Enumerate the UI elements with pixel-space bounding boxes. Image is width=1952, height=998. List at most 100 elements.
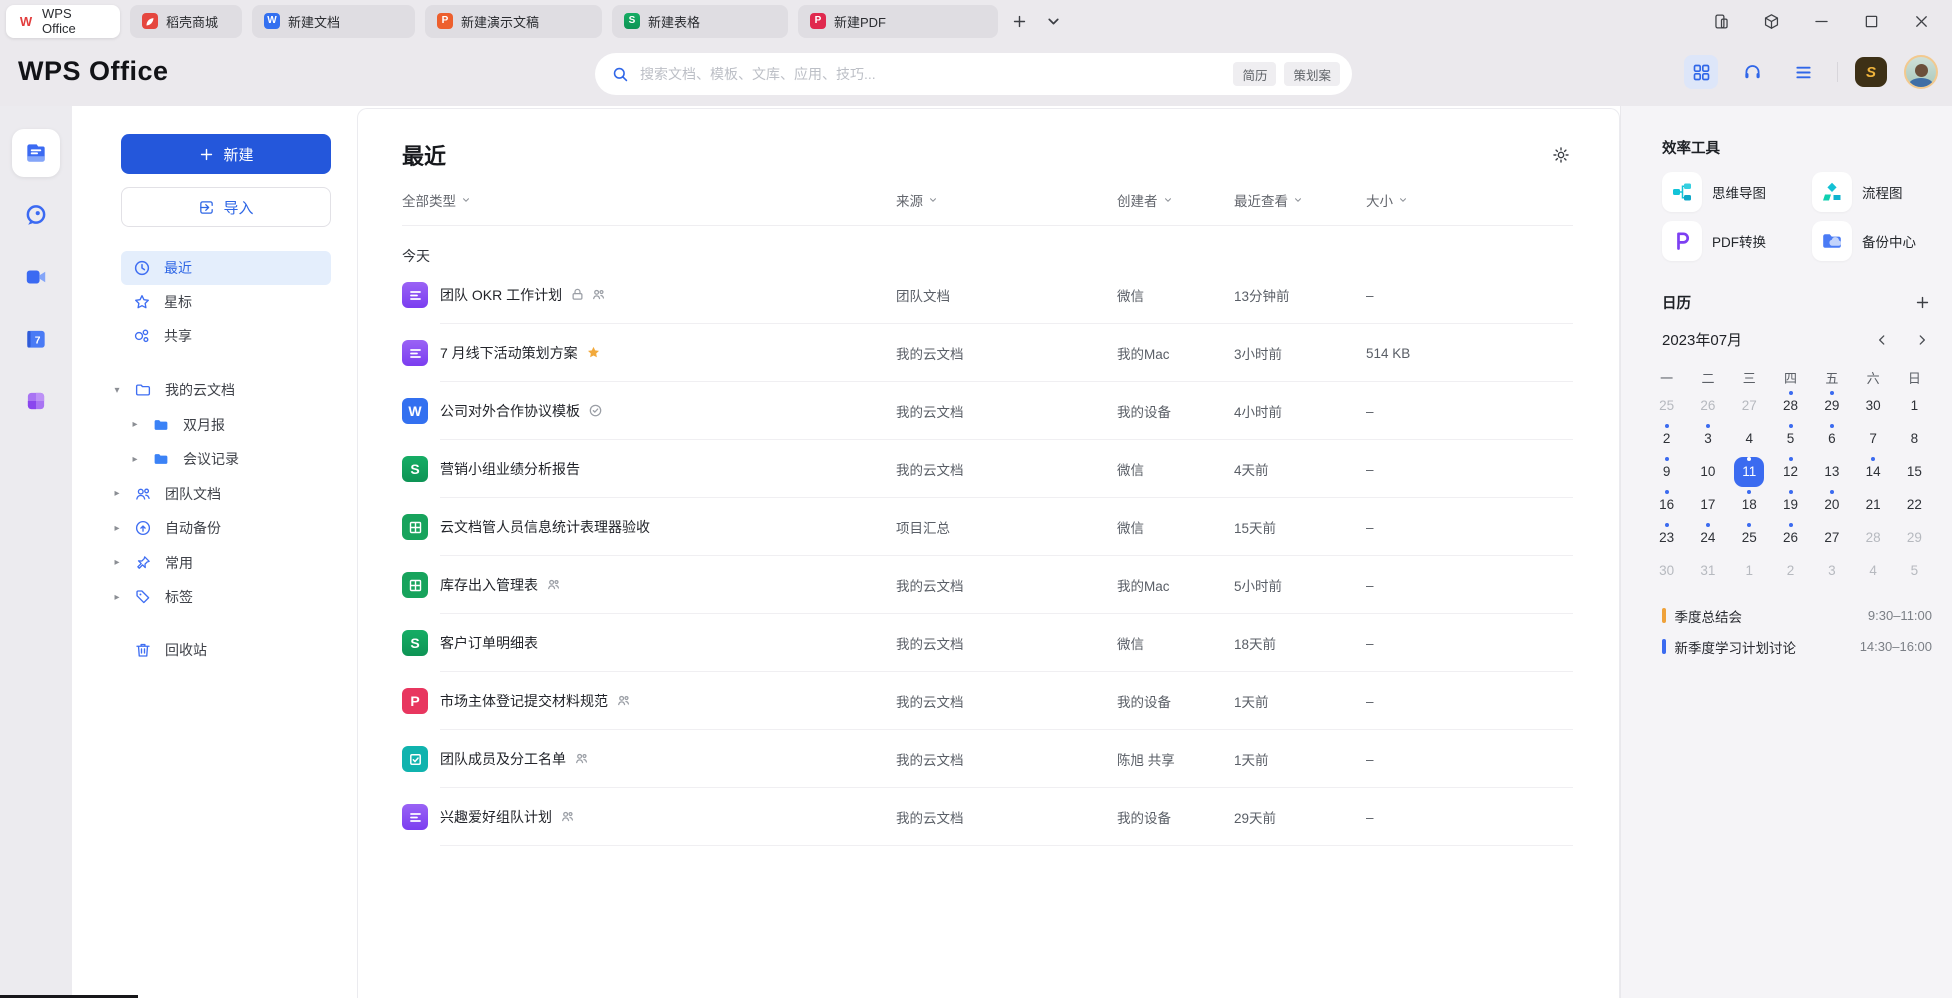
- sidebar-tree-item[interactable]: 自动备份: [72, 511, 357, 546]
- file-row[interactable]: 云文档管人员信息统计表理器验收 项目汇总 微信 15天前 –: [402, 498, 1573, 556]
- search-suggestion-chip[interactable]: 简历: [1233, 62, 1276, 86]
- menu-icon[interactable]: [1786, 55, 1820, 89]
- calendar-day[interactable]: 22: [1894, 488, 1935, 521]
- document-tab[interactable]: 稻壳商城: [130, 5, 242, 38]
- calendar-day[interactable]: 30: [1646, 554, 1687, 587]
- add-event-button[interactable]: [1912, 293, 1932, 313]
- calendar-day[interactable]: 10: [1687, 455, 1728, 488]
- user-avatar[interactable]: [1904, 55, 1938, 89]
- calendar-day[interactable]: 27: [1811, 521, 1852, 554]
- calendar-day[interactable]: 25: [1646, 389, 1687, 422]
- calendar-day[interactable]: 5: [1894, 554, 1935, 587]
- membership-badge[interactable]: S: [1855, 57, 1887, 87]
- calendar-day[interactable]: 26: [1687, 389, 1728, 422]
- tool-shortcut[interactable]: PDF转换: [1662, 221, 1812, 261]
- calendar-day[interactable]: 15: [1894, 455, 1935, 488]
- calendar-day[interactable]: 11: [1729, 455, 1770, 488]
- filter-dropdown[interactable]: 创建者: [1117, 190, 1173, 210]
- expand-arrow-icon[interactable]: [128, 454, 142, 465]
- expand-arrow-icon[interactable]: [110, 488, 124, 499]
- calendar-day[interactable]: 2: [1770, 554, 1811, 587]
- calendar-day[interactable]: 1: [1729, 554, 1770, 587]
- sidebar-item-trash[interactable]: 回收站: [121, 633, 331, 667]
- expand-arrow-icon[interactable]: [110, 523, 124, 534]
- tool-shortcut[interactable]: 流程图: [1812, 172, 1932, 212]
- sidebar-tree-item[interactable]: 会议记录: [72, 442, 357, 477]
- device-sync-icon[interactable]: [1710, 10, 1732, 32]
- filter-dropdown[interactable]: 大小: [1366, 190, 1408, 210]
- sidebar-item[interactable]: 星标: [121, 285, 331, 319]
- file-row[interactable]: P 市场主体登记提交材料规范 我的云文档 我的设备 1天前 –: [402, 672, 1573, 730]
- calendar-event[interactable]: 新季度学习计划讨论 14:30–16:00: [1662, 631, 1932, 662]
- maximize-icon[interactable]: [1860, 10, 1882, 32]
- file-row[interactable]: 7 月线下活动策划方案 我的云文档 我的Mac 3小时前 514 KB: [402, 324, 1573, 382]
- calendar-day[interactable]: 29: [1894, 521, 1935, 554]
- calendar-prev-button[interactable]: [1872, 330, 1892, 350]
- tab-list-dropdown-button[interactable]: [1040, 8, 1066, 34]
- calendar-day[interactable]: 29: [1811, 389, 1852, 422]
- calendar-day[interactable]: 8: [1894, 422, 1935, 455]
- calendar-day[interactable]: 14: [1852, 455, 1893, 488]
- document-tab[interactable]: W 新建文档: [252, 5, 415, 38]
- calendar-day[interactable]: 30: [1852, 389, 1893, 422]
- file-row[interactable]: 兴趣爱好组队计划 我的云文档 我的设备 29天前 –: [402, 788, 1573, 846]
- support-icon[interactable]: [1735, 55, 1769, 89]
- expand-arrow-icon[interactable]: [110, 592, 124, 603]
- calendar-day[interactable]: 18: [1729, 488, 1770, 521]
- expand-arrow-icon[interactable]: [110, 385, 124, 396]
- file-row[interactable]: S 客户订单明细表 我的云文档 微信 18天前 –: [402, 614, 1573, 672]
- filter-dropdown[interactable]: 最近查看: [1234, 190, 1303, 210]
- calendar-day[interactable]: 20: [1811, 488, 1852, 521]
- calendar-day[interactable]: 21: [1852, 488, 1893, 521]
- calendar-day[interactable]: 16: [1646, 488, 1687, 521]
- tool-shortcut[interactable]: 思维导图: [1662, 172, 1812, 212]
- calendar-day[interactable]: 26: [1770, 521, 1811, 554]
- rail-app-button[interactable]: [12, 253, 60, 301]
- close-icon[interactable]: [1910, 10, 1932, 32]
- sidebar-item[interactable]: 最近: [121, 251, 331, 285]
- rail-app-button[interactable]: 7: [12, 315, 60, 363]
- calendar-day[interactable]: 4: [1729, 422, 1770, 455]
- calendar-day[interactable]: 19: [1770, 488, 1811, 521]
- calendar-next-button[interactable]: [1912, 330, 1932, 350]
- document-tab[interactable]: P 新建PDF: [798, 5, 998, 38]
- document-tab[interactable]: P 新建演示文稿: [425, 5, 602, 38]
- document-tab[interactable]: W WPS Office: [6, 5, 120, 38]
- calendar-day[interactable]: 2: [1646, 422, 1687, 455]
- rail-app-button[interactable]: [12, 377, 60, 425]
- search-bar[interactable]: 搜索文档、模板、文库、应用、技巧... 简历策划案: [595, 53, 1352, 95]
- file-row[interactable]: 团队成员及分工名单 我的云文档 陈旭 共享 1天前 –: [402, 730, 1573, 788]
- calendar-day[interactable]: 9: [1646, 455, 1687, 488]
- calendar-day[interactable]: 23: [1646, 521, 1687, 554]
- apps-icon[interactable]: [1684, 55, 1718, 89]
- calendar-day[interactable]: 25: [1729, 521, 1770, 554]
- rail-app-button[interactable]: [12, 191, 60, 239]
- sidebar-item[interactable]: 共享: [121, 319, 331, 353]
- new-tab-button[interactable]: [1006, 8, 1032, 34]
- calendar-day[interactable]: 28: [1852, 521, 1893, 554]
- file-row[interactable]: 团队 OKR 工作计划 团队文档 微信 13分钟前 –: [402, 266, 1573, 324]
- file-row[interactable]: 库存出入管理表 我的云文档 我的Mac 5小时前 –: [402, 556, 1573, 614]
- calendar-day[interactable]: 4: [1852, 554, 1893, 587]
- expand-arrow-icon[interactable]: [128, 419, 142, 430]
- calendar-day[interactable]: 3: [1687, 422, 1728, 455]
- minimize-icon[interactable]: [1810, 10, 1832, 32]
- calendar-day[interactable]: 3: [1811, 554, 1852, 587]
- calendar-day[interactable]: 31: [1687, 554, 1728, 587]
- sidebar-tree-item[interactable]: 标签: [72, 580, 357, 615]
- calendar-day[interactable]: 1: [1894, 389, 1935, 422]
- calendar-day[interactable]: 13: [1811, 455, 1852, 488]
- rail-app-button[interactable]: [12, 129, 60, 177]
- calendar-event[interactable]: 季度总结会 9:30–11:00: [1662, 600, 1932, 631]
- calendar-day[interactable]: 5: [1770, 422, 1811, 455]
- sidebar-tree-item[interactable]: 常用: [72, 546, 357, 581]
- calendar-day[interactable]: 6: [1811, 422, 1852, 455]
- file-row[interactable]: S 营销小组业绩分析报告 我的云文档 微信 4天前 –: [402, 440, 1573, 498]
- new-document-button[interactable]: 新建: [121, 134, 331, 174]
- sidebar-tree-item[interactable]: 我的云文档: [72, 373, 357, 408]
- list-settings-button[interactable]: [1551, 144, 1573, 166]
- filter-dropdown[interactable]: 全部类型: [402, 190, 471, 210]
- workspace-cube-icon[interactable]: [1760, 10, 1782, 32]
- calendar-day[interactable]: 7: [1852, 422, 1893, 455]
- calendar-day[interactable]: 28: [1770, 389, 1811, 422]
